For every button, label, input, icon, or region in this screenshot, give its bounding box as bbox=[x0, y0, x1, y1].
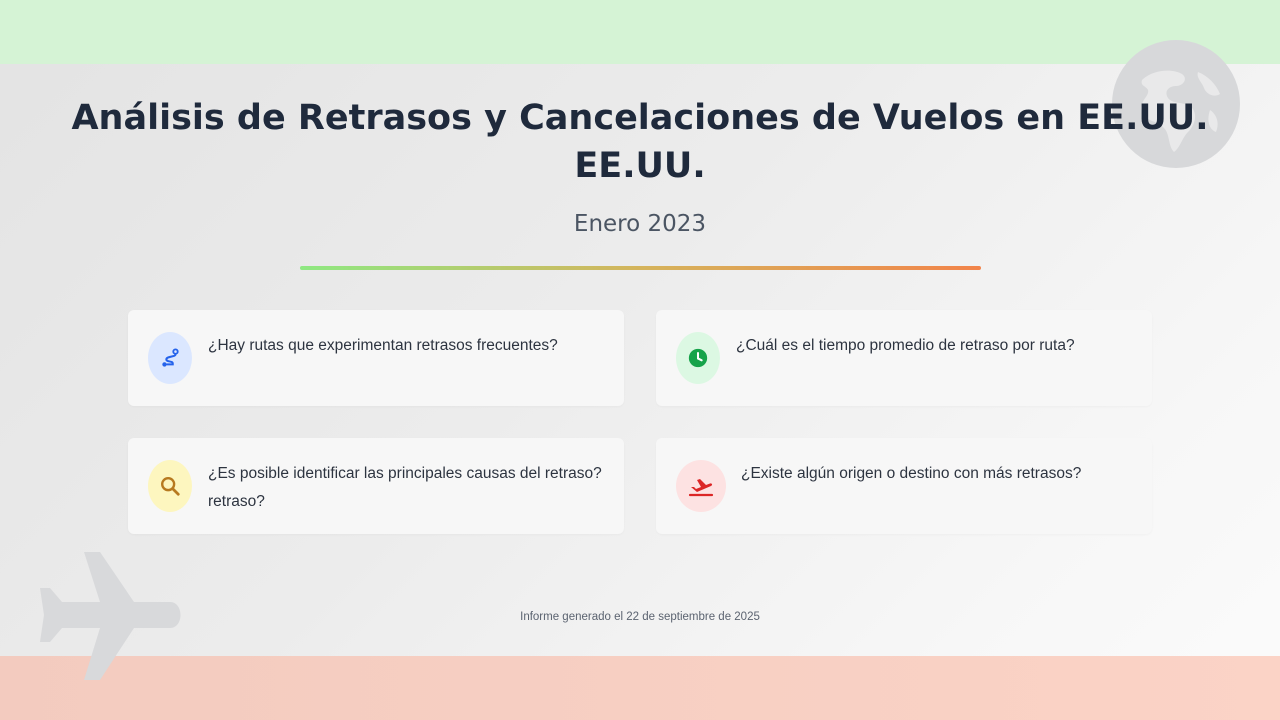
report-footer: Informe generado el 22 de septiembre de … bbox=[520, 611, 760, 623]
page-title: Análisis de Retrasos y Cancelaciones de … bbox=[71, 98, 1209, 186]
question-card-causes: ¿Es posible identificar las principales … bbox=[128, 438, 624, 534]
question-card-routes: ¿Hay rutas que experimentan retrasos fre… bbox=[128, 310, 624, 406]
route-icon bbox=[148, 332, 192, 384]
question-card-avg-delay: ¿Cuál es el tiempo promedio de retraso p… bbox=[656, 310, 1152, 406]
question-text: ¿Cuál es el tiempo promedio de retraso p… bbox=[736, 337, 1075, 354]
top-band bbox=[0, 0, 1280, 64]
bottom-band bbox=[0, 656, 1280, 720]
plane-departure-icon bbox=[676, 460, 726, 512]
question-card-origin-destination: ¿Existe algún origen o destino con más r… bbox=[656, 438, 1152, 534]
clock-icon bbox=[676, 332, 720, 384]
question-text: ¿Existe algún origen o destino con más r… bbox=[741, 465, 1082, 482]
page-subtitle: Enero 2023 bbox=[573, 211, 707, 237]
question-text: ¿Es posible identificar las principales … bbox=[208, 465, 602, 510]
question-text: ¿Hay rutas que experimentan retrasos fre… bbox=[208, 337, 558, 354]
search-icon bbox=[148, 460, 192, 512]
title-divider bbox=[300, 266, 981, 270]
